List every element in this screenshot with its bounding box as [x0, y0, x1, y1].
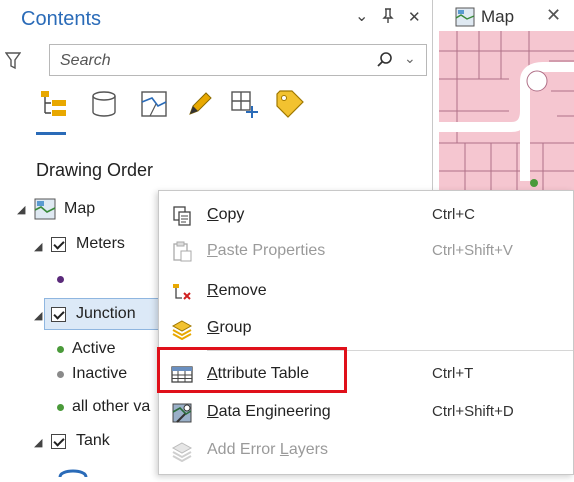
group-layers-icon — [171, 318, 193, 341]
search-icon[interactable] — [376, 51, 394, 69]
list-by-selection-icon[interactable] — [138, 88, 170, 120]
search-input[interactable]: Search ⌄ — [49, 44, 427, 76]
menu-item-add-error-layers[interactable]: Add Error Layers — [159, 434, 574, 468]
search-options-chevron-icon[interactable]: ⌄ — [404, 50, 416, 67]
menu-item-label: Data Engineering — [207, 403, 331, 420]
search-row: Search ⌄ — [4, 44, 427, 76]
tree-item-tank[interactable]: ◢ Tank — [0, 430, 160, 454]
data-engineering-icon — [171, 402, 193, 424]
remove-layer-icon — [171, 281, 193, 303]
pane-title: Contents — [21, 8, 102, 30]
list-by-drawing-order-icon[interactable] — [38, 88, 70, 120]
close-icon[interactable]: ✕ — [546, 5, 561, 26]
visibility-checkbox[interactable] — [51, 434, 66, 449]
visibility-checkbox[interactable] — [51, 307, 66, 322]
list-by-labeling-icon[interactable] — [274, 88, 306, 120]
junction-point — [530, 179, 538, 187]
tank-symbol-icon — [58, 464, 88, 478]
all-other-symbol-icon — [57, 404, 64, 411]
map-canvas[interactable] — [439, 31, 574, 191]
legend-item-active: Active — [0, 338, 160, 362]
map-tab-icon — [455, 7, 475, 27]
add-error-layers-icon — [171, 440, 193, 463]
tree-item-map[interactable]: ◢ Map — [0, 198, 160, 222]
collapse-arrow-icon[interactable]: ◢ — [34, 240, 42, 253]
close-icon[interactable]: ✕ — [408, 8, 421, 26]
menu-item-shortcut: Ctrl+Shift+D — [432, 403, 514, 420]
copy-icon — [171, 205, 193, 227]
menu-item-label: Remove — [207, 282, 267, 299]
paste-properties-icon — [171, 241, 193, 263]
menu-item-data-engineering[interactable]: Data Engineering Ctrl+Shift+D — [159, 396, 574, 430]
menu-item-shortcut: Ctrl+Shift+V — [432, 242, 513, 259]
list-by-source-icon[interactable] — [88, 88, 120, 120]
search-placeholder: Search — [60, 52, 111, 69]
collapse-arrow-icon[interactable]: ◢ — [17, 203, 25, 216]
drawing-order-heading: Drawing Order — [36, 160, 154, 180]
active-symbol-icon — [57, 346, 64, 353]
filter-icon[interactable] — [4, 52, 22, 70]
pane-options-chevron-icon[interactable]: ⌄ — [355, 6, 368, 26]
inactive-symbol-icon — [57, 371, 64, 378]
map-tab-label: Map — [481, 7, 515, 26]
menu-item-label: Add Error Layers — [207, 441, 328, 458]
legend-label: Active — [72, 340, 116, 357]
tree-item-label: Map — [64, 200, 96, 217]
menu-item-label: Copy — [207, 206, 245, 223]
attribute-table-highlight-box — [157, 347, 347, 393]
menu-item-copy[interactable]: Copy Ctrl+C — [159, 199, 574, 233]
menu-item-remove[interactable]: Remove — [159, 275, 574, 309]
list-by-snapping-icon[interactable] — [228, 88, 260, 120]
map-icon — [34, 198, 56, 220]
legend-item-inactive: Inactive — [0, 363, 160, 387]
context-menu: Copy Ctrl+C Paste Properties Ctrl+Shift+… — [158, 190, 574, 475]
tree-item-label: Meters — [76, 235, 125, 252]
menu-item-label: Group — [207, 319, 252, 336]
tree-item-meters[interactable]: ◢ Meters — [0, 234, 160, 258]
menu-item-shortcut: Ctrl+C — [432, 206, 475, 223]
legend-label: Inactive — [72, 365, 128, 382]
menu-item-label: Paste Properties — [207, 242, 326, 259]
active-view-indicator — [36, 132, 66, 135]
legend-label: all other va — [72, 398, 151, 415]
visibility-checkbox[interactable] — [51, 237, 66, 252]
tree-item-label: Junction — [76, 305, 136, 322]
tree-item-label: Tank — [76, 432, 110, 449]
list-by-editing-icon[interactable] — [184, 88, 216, 120]
map-tab[interactable]: Map ✕ — [451, 2, 561, 30]
menu-item-paste-properties[interactable]: Paste Properties Ctrl+Shift+V — [159, 235, 574, 269]
menu-item-group[interactable]: Group — [159, 312, 574, 346]
collapse-arrow-icon[interactable]: ◢ — [34, 436, 42, 449]
legend-item-all-other: all other va — [0, 396, 160, 420]
contents-view-toolbar — [38, 88, 328, 132]
meters-symbol-icon — [57, 276, 64, 283]
tree-item-junction[interactable]: ◢ Junction — [0, 303, 160, 327]
menu-item-shortcut: Ctrl+T — [432, 365, 474, 382]
pin-icon[interactable] — [382, 8, 394, 28]
collapse-arrow-icon[interactable]: ◢ — [34, 309, 42, 322]
